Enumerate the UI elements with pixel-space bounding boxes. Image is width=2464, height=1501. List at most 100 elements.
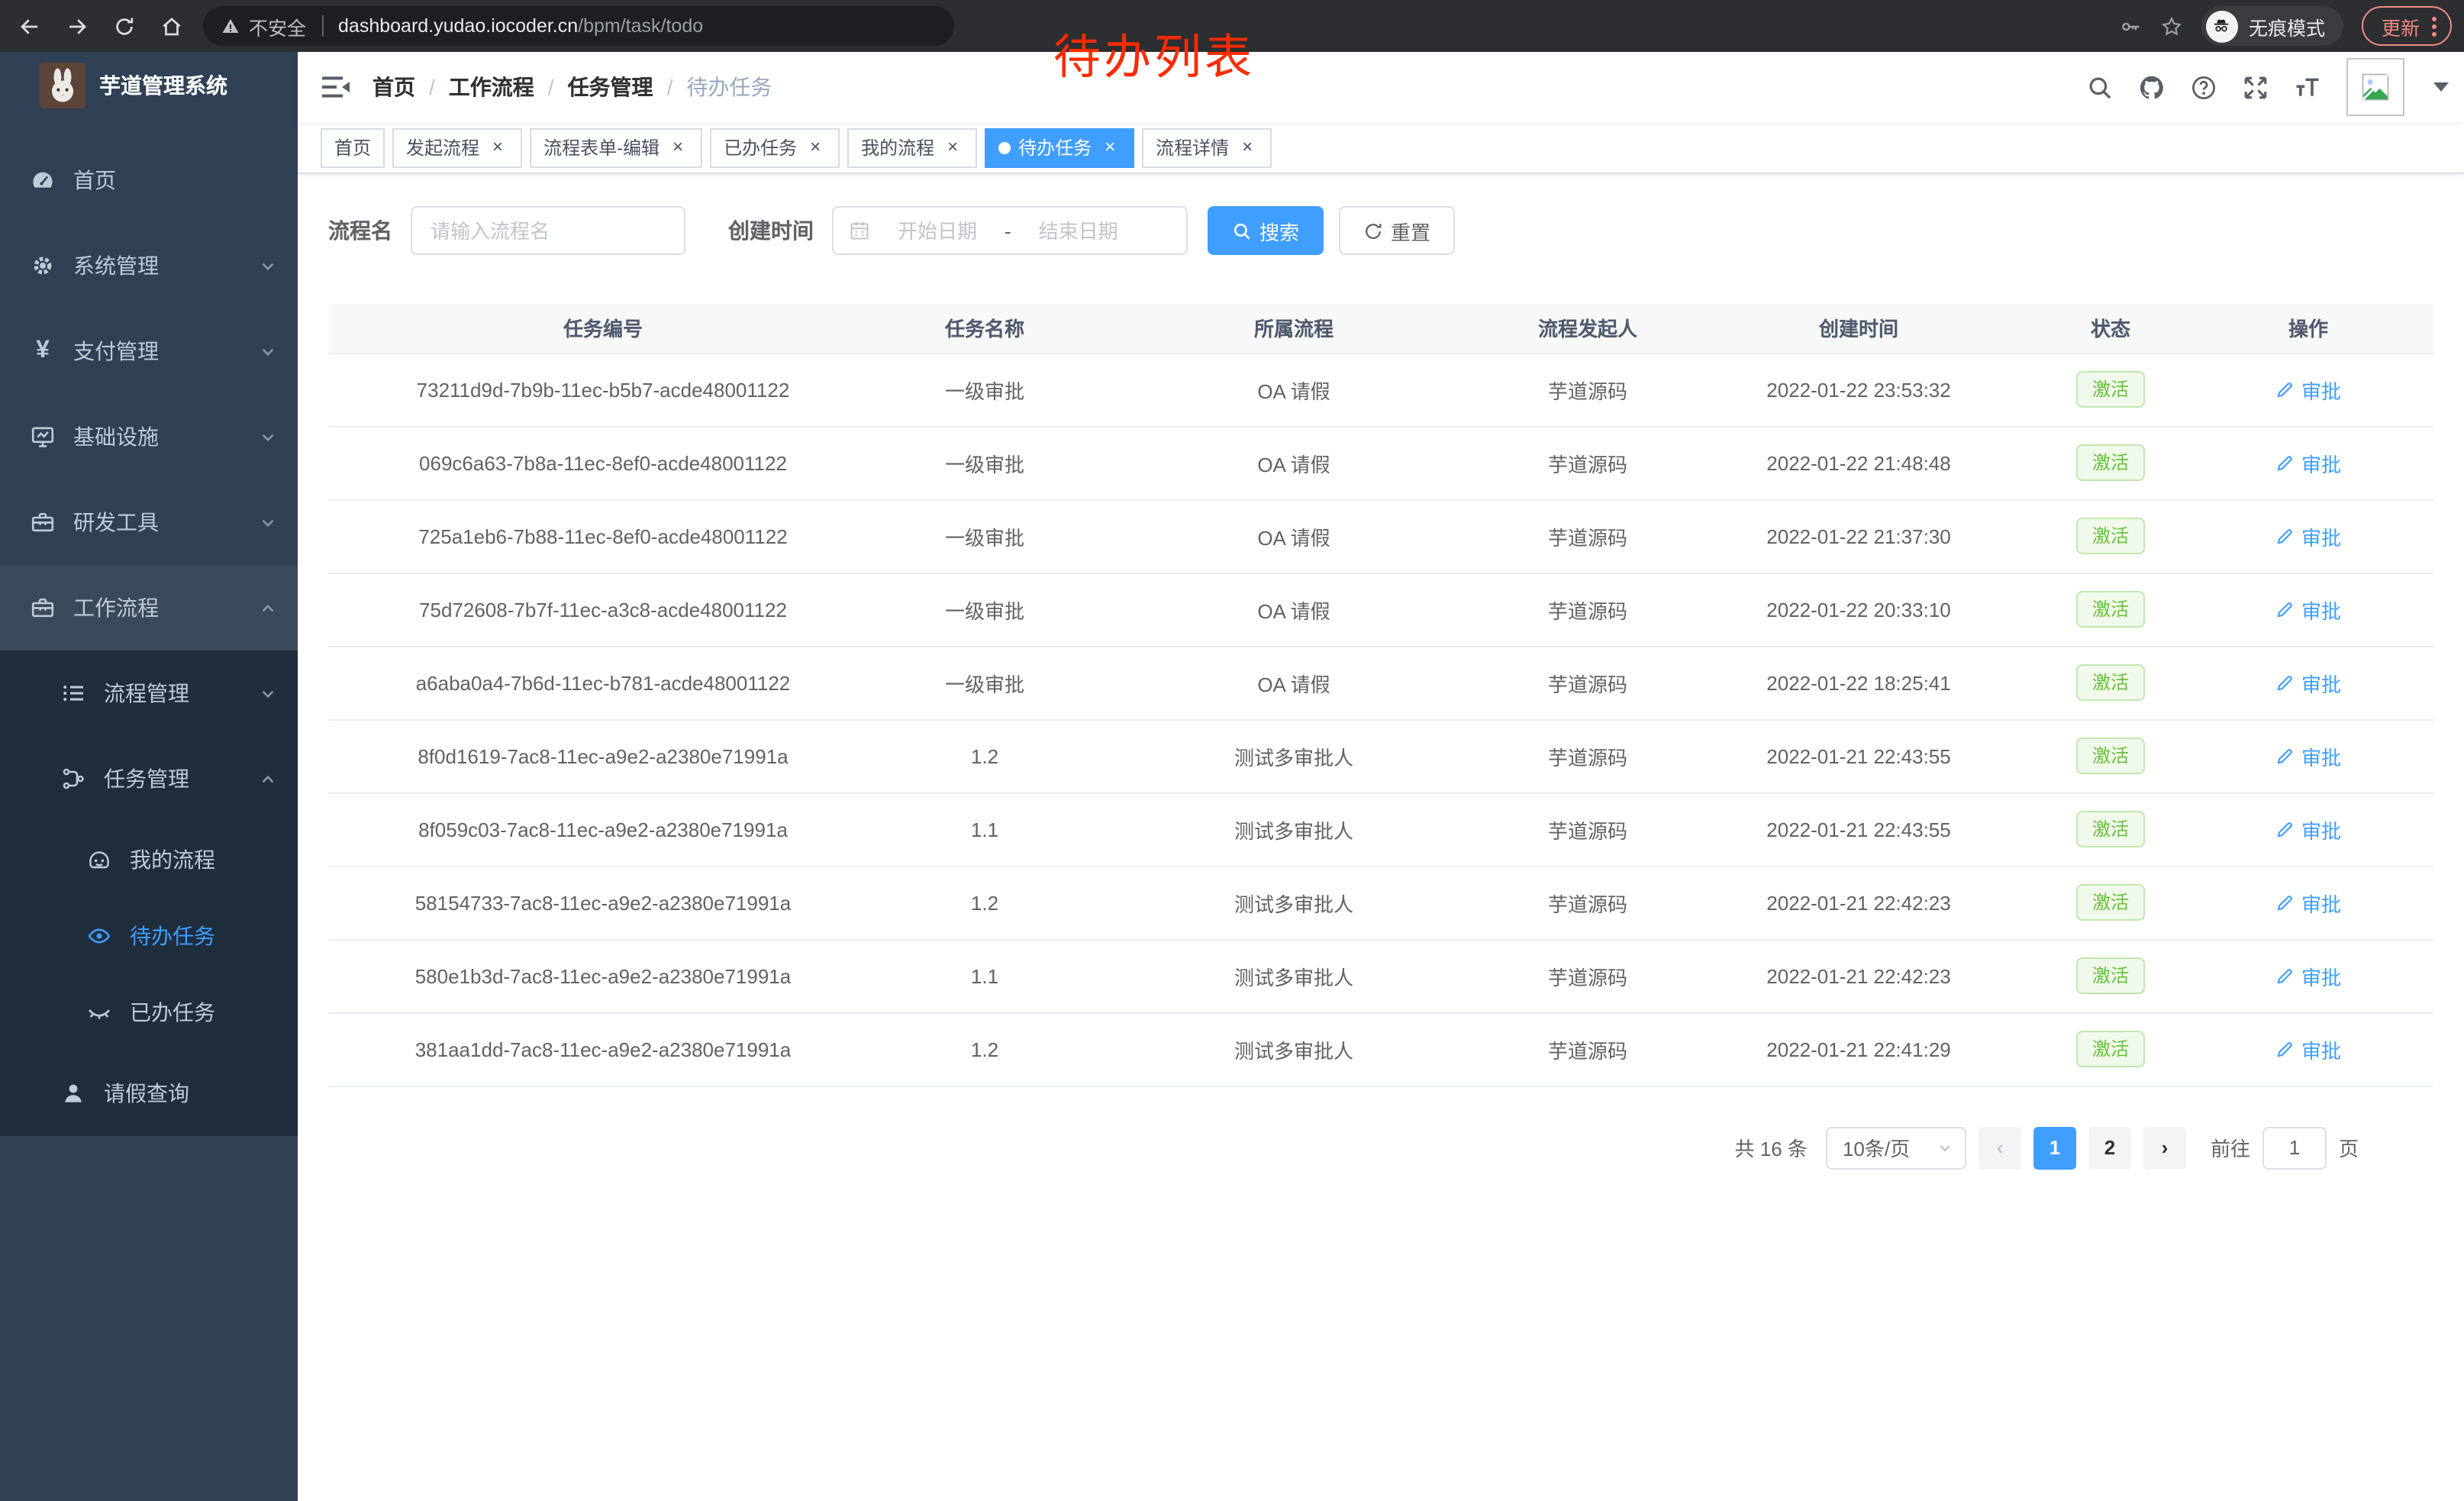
- tab-start-process[interactable]: 发起流程×: [392, 128, 522, 168]
- broken-image-icon: [2359, 70, 2392, 104]
- sidebar-item-my-process[interactable]: 我的流程: [0, 822, 298, 898]
- prev-page-button[interactable]: ‹: [1979, 1126, 2021, 1169]
- col-actions: 操作: [2183, 304, 2433, 353]
- tabs-bar: 首页 发起流程× 流程表单-编辑× 已办任务× 我的流程× 待办任务× 流程详情…: [298, 122, 2464, 174]
- status-badge: 激活: [2077, 518, 2144, 554]
- eye-open-icon: [87, 924, 111, 948]
- approve-button[interactable]: 审批: [2275, 1035, 2341, 1064]
- avatar[interactable]: [2346, 58, 2404, 116]
- task-table: 任务编号 任务名称 所属流程 流程发起人 创建时间 状态 操作 73211d9d…: [328, 304, 2433, 1086]
- browser-back-icon[interactable]: [12, 9, 46, 43]
- start-date-input[interactable]: [879, 219, 995, 242]
- chevron-down-icon: [1937, 1140, 1953, 1155]
- close-icon[interactable]: ×: [805, 137, 826, 159]
- sidebar-toggle-icon[interactable]: [321, 72, 351, 102]
- status-badge: 激活: [2077, 444, 2144, 481]
- sidebar-item-home[interactable]: 首页: [0, 137, 298, 223]
- page-button-1[interactable]: 1: [2033, 1126, 2076, 1169]
- github-icon[interactable]: [2139, 74, 2165, 100]
- page-button-2[interactable]: 2: [2088, 1126, 2131, 1169]
- security-label[interactable]: 不安全: [249, 11, 306, 40]
- status-badge: 激活: [2077, 811, 2144, 847]
- table-row: 58154733-7ac8-11ec-a9e2-a2380e71991a1.2测…: [328, 866, 2433, 939]
- goto-label: 前往: [2211, 1133, 2250, 1162]
- filter-bar: 流程名 创建时间 - 搜索 重置: [328, 206, 2433, 255]
- sidebar-item-system[interactable]: 系统管理: [0, 223, 298, 308]
- sidebar-item-infrastructure[interactable]: 基础设施: [0, 394, 298, 479]
- sidebar-item-process-management[interactable]: 流程管理: [0, 650, 298, 736]
- edit-icon: [2275, 453, 2295, 473]
- reset-button[interactable]: 重置: [1339, 206, 1455, 255]
- sidebar-item-todo-tasks[interactable]: 待办任务: [0, 898, 298, 974]
- app-logo-row[interactable]: 芋道管理系统: [0, 52, 298, 119]
- briefcase-icon: [31, 596, 55, 620]
- process-name-input[interactable]: [411, 206, 685, 255]
- approve-button[interactable]: 审批: [2275, 741, 2341, 770]
- screen: 不安全 dashboard.yudao.iocoder.cn/bpm/task/…: [0, 0, 2464, 1501]
- close-icon[interactable]: ×: [487, 137, 508, 159]
- tab-process-detail[interactable]: 流程详情×: [1142, 128, 1272, 168]
- breadcrumb-workflow[interactable]: 工作流程: [449, 72, 534, 102]
- approve-button[interactable]: 审批: [2275, 521, 2341, 550]
- sidebar: 芋道管理系统 首页 系统管理 ¥ 支付管理: [0, 52, 298, 1501]
- sidebar-item-label: 研发工具: [73, 507, 159, 537]
- edit-icon: [2275, 966, 2295, 986]
- avatar-dropdown-icon[interactable]: [2433, 82, 2449, 92]
- sidebar-item-dev-tools[interactable]: 研发工具: [0, 479, 298, 565]
- address-bar[interactable]: 不安全 dashboard.yudao.iocoder.cn/bpm/task/…: [203, 6, 954, 46]
- calendar-icon: [849, 220, 870, 241]
- tab-my-process[interactable]: 我的流程×: [847, 128, 977, 168]
- next-page-button[interactable]: ›: [2143, 1126, 2186, 1169]
- close-icon[interactable]: ×: [942, 137, 963, 159]
- bookmark-star-icon[interactable]: [2160, 15, 2183, 37]
- sidebar-item-leave-query[interactable]: 请假查询: [0, 1051, 298, 1136]
- search-button[interactable]: 搜索: [1208, 206, 1324, 255]
- page-size-select[interactable]: 10条/页: [1826, 1126, 1966, 1169]
- sidebar-item-payment[interactable]: ¥ 支付管理: [0, 308, 298, 394]
- browser-reload-icon[interactable]: [107, 9, 140, 43]
- tab-home[interactable]: 首页: [321, 128, 385, 168]
- close-icon[interactable]: ×: [667, 137, 689, 159]
- page-url[interactable]: dashboard.yudao.iocoder.cn/bpm/task/todo: [338, 15, 703, 37]
- approve-button[interactable]: 审批: [2275, 448, 2341, 477]
- browser-menu-icon[interactable]: [2432, 16, 2437, 36]
- sidebar-item-workflow[interactable]: 工作流程: [0, 565, 298, 650]
- edit-icon: [2275, 673, 2295, 692]
- breadcrumb-task-management[interactable]: 任务管理: [568, 72, 653, 102]
- date-range-picker[interactable]: -: [832, 206, 1188, 255]
- sidebar-item-done-tasks[interactable]: 已办任务: [0, 974, 298, 1051]
- approve-button[interactable]: 审批: [2275, 595, 2341, 624]
- tab-form-edit[interactable]: 流程表单-编辑×: [530, 128, 702, 168]
- col-task-name: 任务名称: [878, 304, 1092, 353]
- sidebar-item-task-management[interactable]: 任务管理: [0, 736, 298, 822]
- fullscreen-icon[interactable]: [2243, 74, 2269, 100]
- table-row: 73211d9d-7b9b-11ec-b5b7-acde48001122一级审批…: [328, 353, 2433, 426]
- approve-button[interactable]: 审批: [2275, 668, 2341, 697]
- search-icon[interactable]: [2087, 74, 2113, 100]
- tab-done-tasks[interactable]: 已办任务×: [710, 128, 840, 168]
- approve-button[interactable]: 审批: [2275, 961, 2341, 990]
- goto-page-input[interactable]: [2262, 1126, 2327, 1169]
- close-icon[interactable]: ×: [1099, 137, 1121, 159]
- edit-icon: [2275, 893, 2295, 912]
- end-date-input[interactable]: [1021, 219, 1137, 242]
- font-size-icon[interactable]: [2295, 74, 2320, 100]
- approve-button[interactable]: 审批: [2275, 375, 2341, 404]
- approve-button[interactable]: 审批: [2275, 888, 2341, 917]
- chevron-down-icon: [260, 257, 276, 274]
- address-separator: [321, 15, 323, 37]
- password-key-icon[interactable]: [2119, 15, 2142, 37]
- breadcrumb-home[interactable]: 首页: [373, 72, 415, 102]
- browser-forward-icon[interactable]: [60, 9, 93, 43]
- security-warning-icon[interactable]: [221, 17, 240, 35]
- tab-todo-tasks[interactable]: 待办任务×: [985, 128, 1134, 168]
- browser-home-icon[interactable]: [154, 9, 188, 43]
- chevron-up-icon: [260, 599, 276, 616]
- robot-face-icon: [87, 847, 111, 872]
- gear-icon: [31, 253, 55, 278]
- browser-update-button[interactable]: 更新: [2362, 6, 2452, 46]
- close-icon[interactable]: ×: [1237, 137, 1258, 159]
- help-icon[interactable]: [2191, 74, 2217, 100]
- approve-button[interactable]: 审批: [2275, 815, 2341, 844]
- col-created: 创建时间: [1679, 304, 2038, 353]
